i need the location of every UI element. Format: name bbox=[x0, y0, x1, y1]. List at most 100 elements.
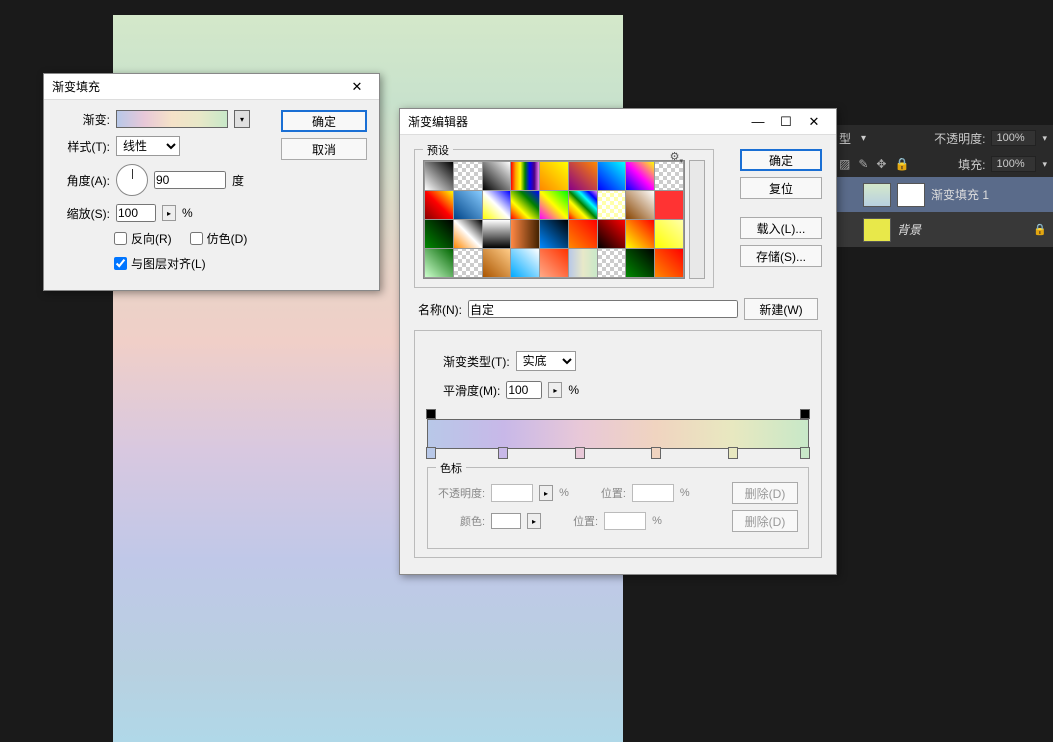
color-swatch[interactable] bbox=[491, 513, 521, 529]
type-select[interactable]: 实底 bbox=[516, 351, 576, 371]
preset-swatch[interactable] bbox=[569, 220, 597, 248]
name-input[interactable] bbox=[468, 300, 738, 318]
presets-scrollbar[interactable] bbox=[689, 160, 705, 279]
new-button[interactable]: 新建(W) bbox=[744, 298, 818, 320]
preset-swatch[interactable] bbox=[626, 220, 654, 248]
close-button[interactable]: ✕ bbox=[800, 112, 828, 132]
layer-row-gradient-fill[interactable]: 渐变填充 1 bbox=[833, 177, 1053, 212]
blend-mode-select[interactable]: 型 bbox=[839, 130, 851, 147]
titlebar[interactable]: 渐变编辑器 — ☐ ✕ bbox=[400, 109, 836, 135]
preset-swatch[interactable] bbox=[655, 191, 683, 219]
preset-swatch[interactable] bbox=[598, 191, 626, 219]
opacity-dropdown-icon[interactable]: ▾ bbox=[1042, 133, 1047, 144]
color-stop[interactable] bbox=[800, 447, 810, 459]
preset-swatch[interactable] bbox=[483, 191, 511, 219]
layer-row-background[interactable]: 背景 🔒 bbox=[833, 212, 1053, 247]
preset-swatch[interactable] bbox=[511, 162, 539, 190]
preset-swatch[interactable] bbox=[655, 162, 683, 190]
visibility-toggle[interactable] bbox=[839, 186, 857, 204]
opacity-stepper[interactable]: ▸ bbox=[539, 485, 553, 501]
layer-mask-thumbnail[interactable] bbox=[897, 183, 925, 207]
color-position-input[interactable] bbox=[604, 512, 646, 530]
maximize-button[interactable]: ☐ bbox=[772, 112, 800, 132]
color-stop[interactable] bbox=[575, 447, 585, 459]
color-stop[interactable] bbox=[498, 447, 508, 459]
visibility-toggle[interactable] bbox=[839, 221, 857, 239]
fill-dropdown-icon[interactable]: ▾ bbox=[1042, 159, 1047, 170]
opacity-position-input[interactable] bbox=[632, 484, 674, 502]
scale-stepper[interactable]: ▸ bbox=[162, 205, 176, 221]
layer-thumbnail[interactable] bbox=[863, 218, 891, 242]
preset-swatch[interactable] bbox=[540, 220, 568, 248]
close-button[interactable]: ✕ bbox=[343, 77, 371, 97]
preset-swatch[interactable] bbox=[598, 220, 626, 248]
preset-swatch[interactable] bbox=[511, 249, 539, 277]
load-button[interactable]: 载入(L)... bbox=[740, 217, 822, 239]
preset-swatch[interactable] bbox=[511, 191, 539, 219]
preset-swatch[interactable] bbox=[598, 249, 626, 277]
lock-all-icon[interactable]: 🔒 bbox=[894, 157, 909, 171]
angle-input[interactable] bbox=[154, 171, 226, 189]
layer-thumbnail[interactable] bbox=[863, 183, 891, 207]
color-stop[interactable] bbox=[728, 447, 738, 459]
save-button[interactable]: 存储(S)... bbox=[740, 245, 822, 267]
preset-swatch[interactable] bbox=[425, 220, 453, 248]
preset-swatch[interactable] bbox=[483, 162, 511, 190]
smooth-stepper[interactable]: ▸ bbox=[548, 382, 562, 398]
preset-swatch[interactable] bbox=[483, 220, 511, 248]
preset-swatch[interactable] bbox=[569, 249, 597, 277]
reset-button[interactable]: 复位 bbox=[740, 177, 822, 199]
preset-swatch[interactable] bbox=[626, 191, 654, 219]
angle-dial[interactable] bbox=[116, 164, 148, 196]
preset-swatch[interactable] bbox=[540, 249, 568, 277]
lock-transparency-icon[interactable]: ▨ bbox=[839, 157, 850, 171]
delete-opacity-stop-button[interactable]: 删除(D) bbox=[732, 482, 798, 504]
blend-dropdown-icon[interactable]: ▾ bbox=[861, 133, 866, 144]
delete-color-stop-button[interactable]: 删除(D) bbox=[732, 510, 798, 532]
cancel-button[interactable]: 取消 bbox=[281, 138, 367, 160]
layer-name[interactable]: 渐变填充 1 bbox=[931, 186, 989, 203]
reverse-checkbox[interactable]: 反向(R) bbox=[114, 230, 172, 247]
preset-swatch[interactable] bbox=[626, 249, 654, 277]
preset-swatch[interactable] bbox=[454, 220, 482, 248]
titlebar[interactable]: 渐变填充 ✕ bbox=[44, 74, 379, 100]
layer-name[interactable]: 背景 bbox=[897, 221, 921, 238]
lock-pixels-icon[interactable]: ✎ bbox=[858, 157, 868, 171]
opacity-stop-input[interactable] bbox=[491, 484, 533, 502]
ok-button[interactable]: 确定 bbox=[281, 110, 367, 132]
preset-swatch[interactable] bbox=[425, 191, 453, 219]
gradient-preview-swatch[interactable] bbox=[116, 110, 228, 128]
lock-position-icon[interactable]: ✥ bbox=[876, 157, 886, 171]
fill-input[interactable]: 100% bbox=[991, 156, 1036, 172]
minimize-button[interactable]: — bbox=[744, 112, 772, 132]
preset-swatch[interactable] bbox=[425, 249, 453, 277]
preset-swatch[interactable] bbox=[454, 249, 482, 277]
preset-swatch[interactable] bbox=[655, 249, 683, 277]
preset-swatch[interactable] bbox=[483, 249, 511, 277]
scale-input[interactable] bbox=[116, 204, 156, 222]
color-dropdown[interactable]: ▸ bbox=[527, 513, 541, 529]
opacity-stop[interactable] bbox=[800, 409, 810, 419]
gradient-bar-editor[interactable] bbox=[427, 409, 809, 459]
align-checkbox[interactable]: 与图层对齐(L) bbox=[114, 255, 206, 272]
preset-swatch[interactable] bbox=[540, 162, 568, 190]
preset-swatch[interactable] bbox=[626, 162, 654, 190]
style-select[interactable]: 线性 bbox=[116, 136, 180, 156]
smooth-input[interactable] bbox=[506, 381, 542, 399]
preset-swatch[interactable] bbox=[454, 162, 482, 190]
color-stop[interactable] bbox=[426, 447, 436, 459]
ok-button[interactable]: 确定 bbox=[740, 149, 822, 171]
preset-swatch[interactable] bbox=[569, 162, 597, 190]
gradient-dropdown-button[interactable]: ▾ bbox=[234, 110, 250, 128]
preset-swatch[interactable] bbox=[598, 162, 626, 190]
opacity-stop[interactable] bbox=[426, 409, 436, 419]
gradient-bar[interactable] bbox=[427, 419, 809, 449]
preset-swatch[interactable] bbox=[569, 191, 597, 219]
preset-swatch[interactable] bbox=[425, 162, 453, 190]
preset-swatch[interactable] bbox=[454, 191, 482, 219]
preset-swatch[interactable] bbox=[540, 191, 568, 219]
preset-swatch[interactable] bbox=[511, 220, 539, 248]
color-stop[interactable] bbox=[651, 447, 661, 459]
preset-swatch[interactable] bbox=[655, 220, 683, 248]
opacity-input[interactable]: 100% bbox=[991, 130, 1036, 146]
